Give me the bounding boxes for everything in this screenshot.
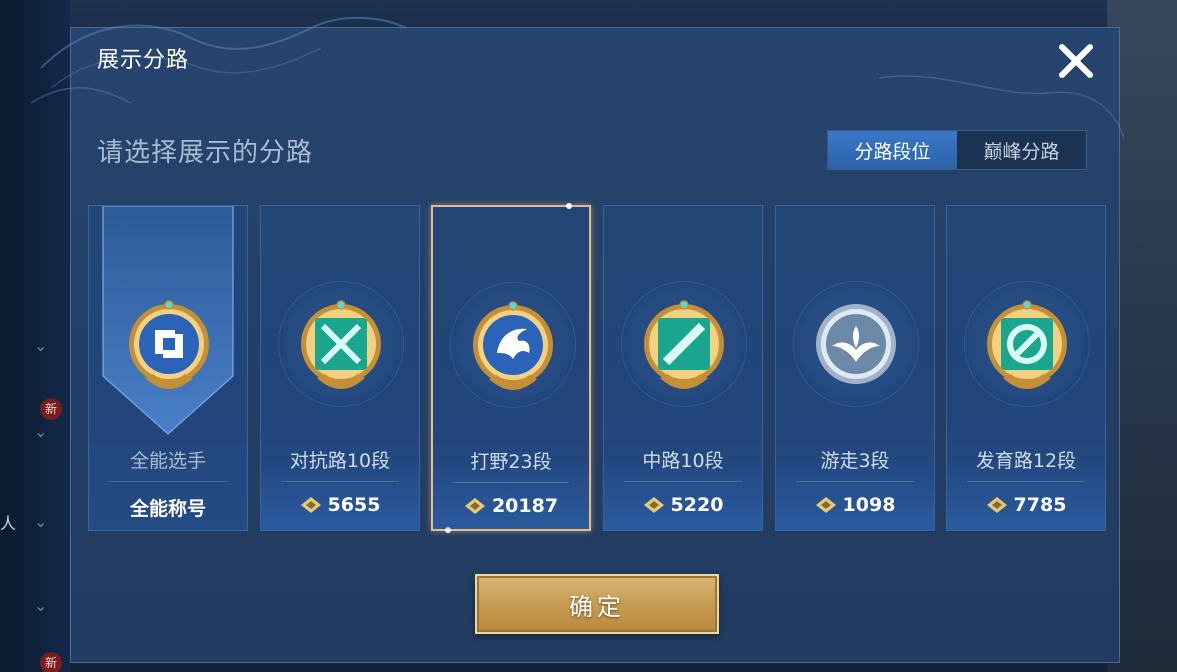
- score-value: 5220: [670, 494, 724, 516]
- lane-name: 中路10段: [642, 450, 724, 472]
- mid-lane-emblem-icon: [644, 300, 724, 389]
- divider: [967, 481, 1085, 482]
- score-value: 5655: [327, 494, 381, 516]
- lane-score: 20187: [433, 495, 589, 517]
- score-value: 20187: [491, 495, 559, 517]
- lane-card-all-round[interactable]: 全能选手 全能称号: [88, 205, 248, 531]
- score-value: 7785: [1013, 494, 1067, 516]
- jungle-emblem-icon: [473, 301, 553, 390]
- close-icon: [1059, 44, 1093, 78]
- lane-card-mid[interactable]: 中路10段 5220: [603, 205, 763, 531]
- lane-name: 发育路12段: [975, 450, 1077, 472]
- chevron-down-icon: ⌄: [34, 596, 48, 615]
- lane-score: 7785: [947, 494, 1105, 516]
- lane-display-modal: 展示分路 请选择展示的分路 分路段位 巅峰分路 全能选手 全能称号 对抗路10段…: [31, 16, 1125, 663]
- points-icon: [986, 497, 1007, 513]
- new-badge: 新: [40, 398, 62, 420]
- lane-name: 对抗路10段: [289, 450, 391, 472]
- lane-score: 5655: [261, 494, 419, 516]
- all-round-title: 全能称号: [129, 498, 206, 520]
- chevron-down-icon: ⌄: [34, 336, 48, 355]
- farm-lane-emblem-icon: [987, 300, 1067, 389]
- chevron-down-icon: ⌄: [34, 422, 48, 441]
- selection-corner-dot: [566, 203, 572, 209]
- background-side-panel: ⌄ 新 ⌄ 人 ⌄ ⌄ 新: [0, 0, 70, 672]
- score-value: 1098: [842, 494, 896, 516]
- close-button[interactable]: [1055, 40, 1097, 82]
- lane-card-clash[interactable]: 对抗路10段 5655: [260, 205, 420, 531]
- lane-name: 游走3段: [820, 450, 890, 472]
- points-icon: [643, 497, 664, 513]
- points-icon: [300, 497, 321, 513]
- points-icon: [815, 497, 836, 513]
- lane-card-roam[interactable]: 游走3段 1098: [775, 205, 935, 531]
- background-top-bar: [70, 0, 1110, 30]
- tab-lane-rank[interactable]: 分路段位: [828, 131, 957, 169]
- lane-card-farm[interactable]: 发育路12段 7785: [946, 205, 1106, 531]
- clash-lane-emblem-icon: [301, 300, 381, 389]
- lane-card-jungle[interactable]: 打野23段 20187: [431, 203, 591, 533]
- lane-mode-toggle: 分路段位 巅峰分路: [827, 130, 1087, 170]
- chevron-down-icon: ⌄: [34, 512, 48, 531]
- tab-peak-lane[interactable]: 巅峰分路: [957, 131, 1086, 169]
- divider: [109, 481, 227, 482]
- points-icon: [464, 498, 485, 514]
- divider: [796, 481, 914, 482]
- lane-name: 全能选手: [129, 450, 206, 472]
- lane-score: 5220: [604, 494, 762, 516]
- divider: [624, 481, 742, 482]
- lane-score: 1098: [776, 494, 934, 516]
- confirm-button[interactable]: 确定: [475, 574, 719, 634]
- lane-name: 打野23段: [470, 451, 552, 473]
- roam-emblem-icon: [816, 304, 896, 384]
- subtitle: 请选择展示的分路: [97, 138, 314, 168]
- all-round-emblem-icon: [129, 300, 209, 389]
- side-char: 人: [0, 514, 17, 533]
- new-badge: 新: [40, 652, 62, 672]
- modal-title: 展示分路: [97, 48, 190, 73]
- divider: [281, 481, 399, 482]
- divider: [453, 482, 569, 483]
